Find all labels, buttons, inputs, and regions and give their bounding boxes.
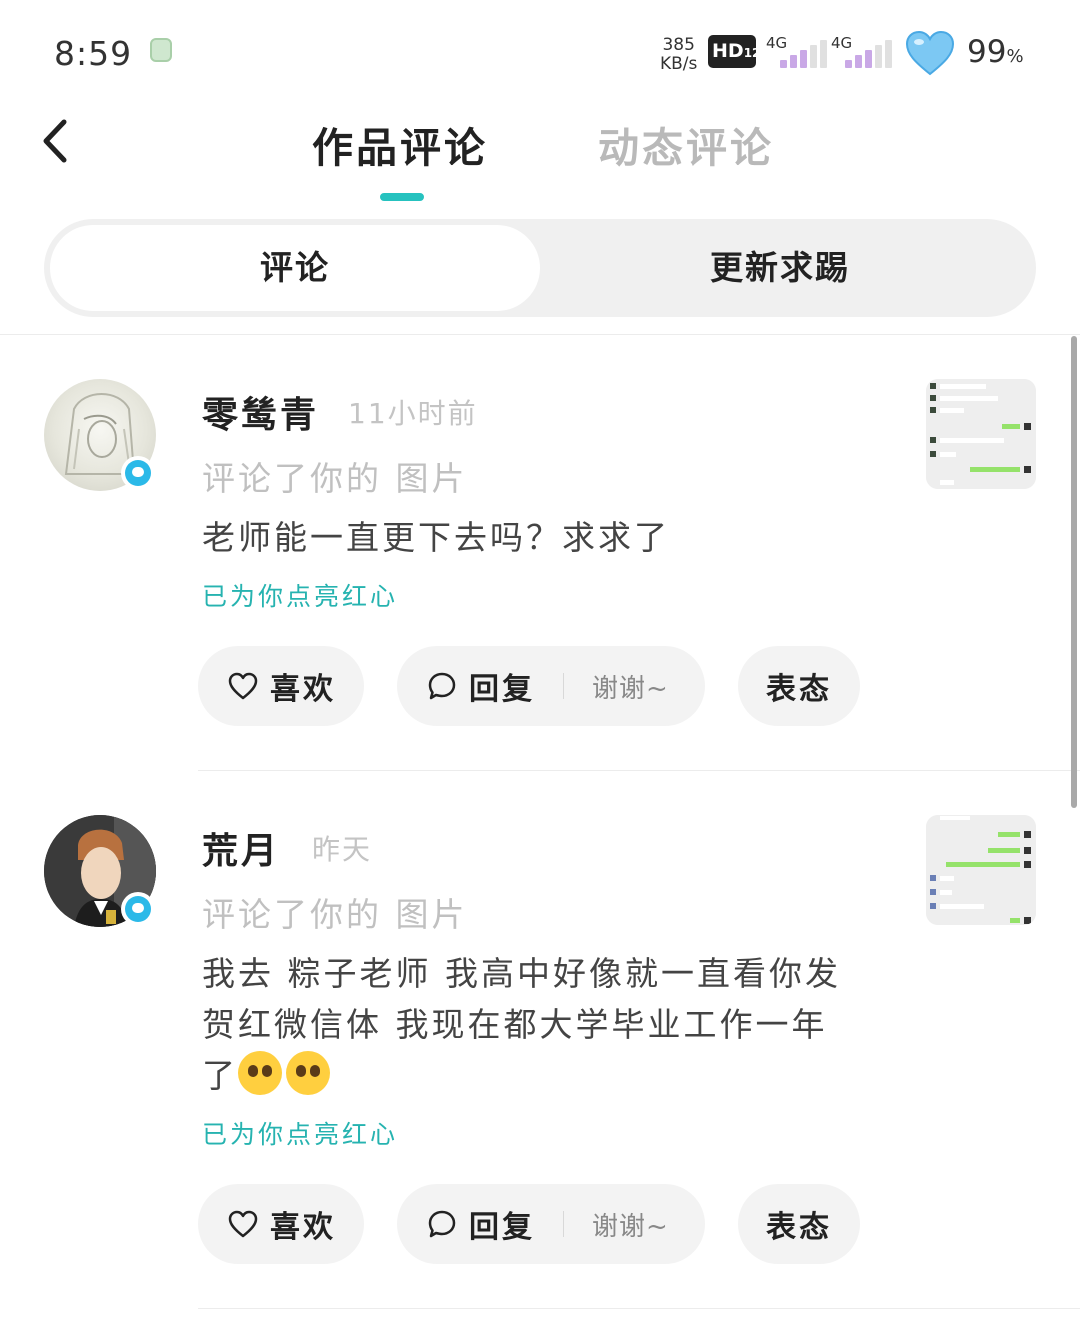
quick-reply-hint[interactable]: 谢谢~ — [592, 668, 669, 705]
like-button[interactable]: 喜欢 — [198, 1184, 364, 1264]
active-tab-indicator — [380, 193, 424, 201]
pleading-face-emoji-icon — [286, 1051, 330, 1095]
reply-label: 回复 — [469, 1210, 535, 1245]
react-label: 表态 — [766, 1210, 832, 1245]
reply-button[interactable]: 回复 谢谢~ — [397, 1184, 705, 1264]
chat-screenshot-thumbnail — [926, 379, 1036, 489]
hd-voice-icon: HD12 — [708, 35, 760, 68]
heart-outline-icon — [228, 672, 258, 700]
comment-text-line: 我去 粽子老师 我高中好像就一直看你发 — [202, 954, 841, 993]
react-label: 表态 — [766, 672, 832, 707]
comment-badge-icon — [121, 892, 155, 926]
comment-text-last-line: 了 — [202, 1050, 902, 1101]
like-label: 喜欢 — [270, 672, 336, 707]
liked-note: 已为你点亮红心 — [202, 1120, 399, 1149]
comment-text: 我去 粽子老师 我高中好像就一直看你发 贺红微信体 我现在都大学毕业工作一年 了 — [202, 948, 902, 1101]
pleading-face-emoji-icon — [238, 1051, 282, 1095]
chat-screenshot-thumbnail — [926, 815, 1036, 925]
battery-level: 99% — [967, 34, 1024, 70]
segmented-control: 评论 更新求踢 — [44, 219, 1036, 317]
comment-action-text: 评论了你的 图片 — [202, 895, 468, 934]
comment-time: 昨天 — [312, 833, 373, 866]
comment-badge-icon — [121, 456, 155, 490]
hd-label: HD — [712, 40, 744, 62]
reply-label: 回复 — [469, 672, 535, 707]
reply-button[interactable]: 回复 谢谢~ — [397, 646, 705, 726]
heart-icon — [905, 30, 955, 76]
commented-image-thumbnail[interactable] — [926, 379, 1036, 489]
segment-update-requests[interactable]: 更新求踢 — [710, 219, 850, 317]
header-divider — [0, 334, 1080, 335]
speech-bubble-icon — [428, 672, 456, 700]
comment-divider — [198, 1308, 1080, 1309]
react-button[interactable]: 表态 — [738, 646, 860, 726]
status-time: 8:59 — [54, 34, 133, 73]
comment-time: 11小时前 — [348, 397, 478, 430]
network-speed-value: 385 — [662, 35, 695, 55]
back-arrow-icon[interactable] — [36, 116, 76, 166]
comment-text-line: 贺红微信体 我现在都大学毕业工作一年 — [202, 1005, 828, 1044]
app-notification-icon — [150, 38, 172, 62]
reply-separator — [563, 1211, 564, 1237]
battery-unit: % — [1006, 46, 1024, 67]
hd-sub: 12 — [743, 46, 761, 60]
battery-value: 99 — [967, 34, 1007, 70]
speech-bubble-icon — [428, 1210, 456, 1238]
comment-text-line: 了 — [202, 1056, 238, 1095]
commented-image-thumbnail[interactable] — [926, 815, 1036, 925]
network-speed: 385 KB/s — [660, 36, 697, 74]
heart-outline-icon — [228, 1210, 258, 1238]
segment-comments-label[interactable]: 评论 — [260, 219, 330, 317]
signal-icon-sim1: 4G — [766, 34, 828, 68]
comment-divider — [198, 770, 1080, 771]
react-button[interactable]: 表态 — [738, 1184, 860, 1264]
like-button[interactable]: 喜欢 — [198, 646, 364, 726]
tab-moments-comments[interactable]: 动态评论 — [598, 114, 774, 174]
status-bar: 8:59 385 KB/s HD12 4G 4G 99% — [0, 0, 1080, 100]
signal-icon-sim2: 4G — [831, 34, 893, 68]
network-speed-unit: KB/s — [660, 54, 698, 74]
comment-text: 老师能一直更下去吗？求求了 — [202, 518, 670, 557]
reply-separator — [563, 673, 564, 699]
like-label: 喜欢 — [270, 1210, 336, 1245]
user-name[interactable]: 零鸶青 — [202, 386, 319, 438]
tab-works-comments[interactable]: 作品评论 — [312, 114, 488, 174]
quick-reply-hint[interactable]: 谢谢~ — [592, 1206, 669, 1243]
comment-action-text: 评论了你的 图片 — [202, 459, 468, 498]
liked-note: 已为你点亮红心 — [202, 582, 399, 611]
scrollbar[interactable] — [1071, 336, 1077, 808]
user-name[interactable]: 荒月 — [202, 822, 280, 874]
